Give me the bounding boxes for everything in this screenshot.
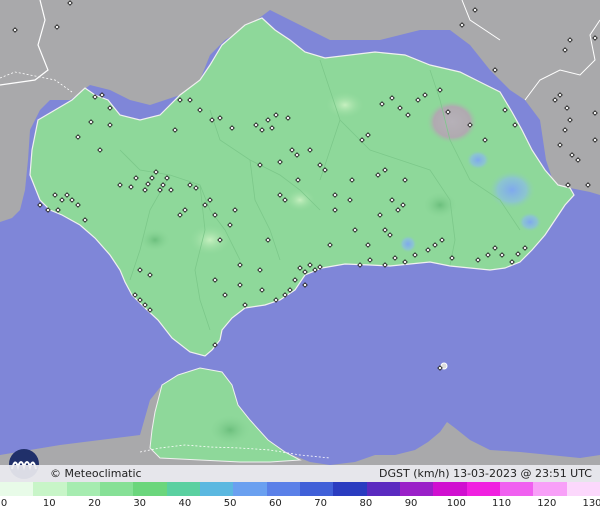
legend-ticks: 0 10 20 30 40 50 60 70 80 90 100 110 120 130 [0,497,600,517]
legend-color-cell [366,482,400,496]
legend-color-cell [333,482,367,496]
wind-spot-blue-1 [488,170,536,210]
legend-tick-label: 130 [582,498,600,509]
map-title: DGST (km/h) 13-03-2023 @ 23:51 UTC [379,467,592,480]
legend-color-cell [566,482,600,496]
legend-tick-label: 20 [88,498,101,509]
legend-color-cell [466,482,500,496]
wind-spot-light-2 [188,224,232,256]
legend-tick-label: 40 [178,498,192,509]
legend-tick-label: 50 [223,498,237,509]
brand-label: © Meteoclimatic [50,467,142,480]
color-legend: 0 10 20 30 40 50 60 70 80 90 100 110 120 130 [0,482,600,517]
legend-tick-label: 80 [359,498,373,509]
wind-spot-dark-1 [139,228,171,252]
legend-color-cell [299,482,334,496]
wind-spot-dark-2 [422,191,458,219]
legend-tick-label: 0 [0,498,8,509]
legend-tick-label: 110 [491,498,512,509]
legend-tick-label: 90 [404,498,418,509]
map-canvas[interactable] [0,0,600,482]
legend-color-cell [99,482,134,496]
legend-color-cell [66,482,100,496]
legend-tick-label: 70 [314,498,327,509]
wind-spot-blue-4 [399,235,417,253]
legend-color-cell [0,482,34,496]
legend-color-cell [166,482,200,496]
legend-color-cell [399,482,434,496]
legend-color-cell [499,482,534,496]
wind-spot-grey [426,100,478,144]
legend-color-cell [266,482,300,496]
legend-color-cell [199,482,234,496]
wind-spot-blue-3 [518,212,542,232]
legend-colorbar [0,482,600,496]
legend-color-cell [233,482,267,496]
wind-spot-light-3 [284,188,316,212]
wind-spot-dark-3 [208,414,252,446]
legend-color-cell [133,482,167,496]
legend-tick-label: 30 [133,498,147,509]
wind-spot-light-1 [325,91,365,119]
legend-tick-label: 100 [446,498,466,509]
legend-tick-label: 60 [269,498,282,509]
legend-color-cell [433,482,467,496]
legend-color-cell [33,482,67,496]
map-footer: © Meteoclimatic DGST (km/h) 13-03-2023 @… [0,465,600,482]
legend-tick-label: 10 [42,498,56,509]
legend-tick-label: 120 [537,498,557,509]
wind-spot-blue-2 [466,150,490,170]
legend-color-cell [533,482,567,496]
